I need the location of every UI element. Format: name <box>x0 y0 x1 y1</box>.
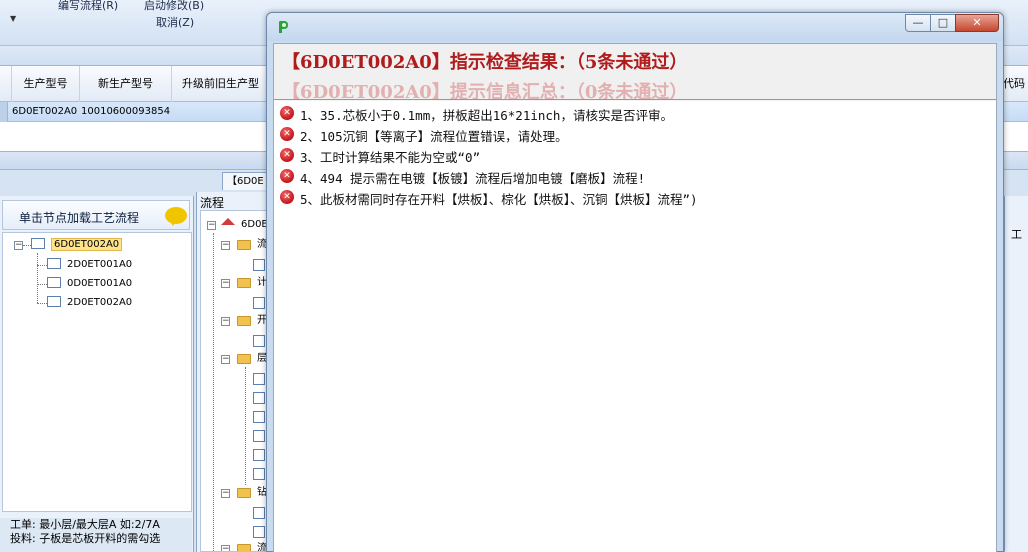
error-icon: ✕ <box>280 190 294 204</box>
folder-icon <box>237 488 251 498</box>
node-icon <box>47 258 61 269</box>
node-icon <box>47 277 61 288</box>
row-header[interactable] <box>0 102 8 122</box>
collapse-icon[interactable]: − <box>221 279 230 288</box>
node-icon <box>31 238 45 249</box>
result-heading-panel: 【6D0ET002A0】指示检查结果：（5条未通过） 【6D0ET002A0】提… <box>274 44 996 100</box>
left-panel: 单击节点加载工艺流程 − 6D0ET002A0 2D0ET001A0 0D0ET… <box>0 196 194 552</box>
column-new-model[interactable]: 新生产型号 <box>80 66 172 102</box>
collapse-icon[interactable]: − <box>221 545 230 551</box>
process-tree: − 6D0E − 流 − 计 − 开 − 层 − 钻 − 流 <box>200 210 270 552</box>
document-icon <box>253 259 265 271</box>
document-icon <box>253 468 265 480</box>
right-panel: 工 <box>1004 196 1028 552</box>
collapse-icon[interactable]: − <box>221 241 230 250</box>
error-icon: ✕ <box>280 127 294 141</box>
message-text: 2、105沉铜【等离子】流程位置错误，请处理。 <box>300 129 568 144</box>
error-icon: ✕ <box>280 169 294 183</box>
tree-node[interactable]: 0D0ET001A0 <box>47 276 132 292</box>
note-workorder: 工单: 最小层/最大层A 如:2/7A <box>10 518 160 531</box>
message-text: 1、35.芯板小于0.1mm，拼板超出16*21inch，请核实是否评审。 <box>300 108 673 123</box>
speech-bubble-icon <box>165 207 187 226</box>
edit-flow-button[interactable]: 编写流程(R) <box>58 0 118 13</box>
message-text: 4、494 提示需在电镀【板镀】流程后增加电镀【磨板】流程! <box>300 171 646 186</box>
cancel-button[interactable]: 取消(Z) <box>156 14 194 30</box>
cell-new-model[interactable]: 10010600093854 <box>78 102 170 122</box>
note-feeding: 投料: 子板是芯板开料的需勾选 <box>10 532 161 545</box>
app-logo-icon <box>279 21 288 33</box>
model-tree: − 6D0ET002A0 2D0ET001A0 0D0ET001A0 2D0ET… <box>2 232 192 512</box>
column-old-model[interactable]: 升级前旧生产型 <box>172 66 268 102</box>
message-text: 3、工时计算结果不能为空或“0” <box>300 150 481 165</box>
error-icon: ✕ <box>280 148 294 162</box>
column-code[interactable]: 代码 <box>1000 66 1028 102</box>
cell-model[interactable]: 6D0ET002A0 <box>9 102 77 122</box>
folder-icon <box>237 278 251 288</box>
dropdown-arrow-icon[interactable]: ▼ <box>10 14 16 23</box>
check-results-dialog: — □ ✕ 【6D0ET002A0】指示检查结果：（5条未通过） 【6D0ET0… <box>266 12 1004 552</box>
document-icon <box>253 507 265 519</box>
row-header-corner <box>0 66 12 102</box>
collapse-icon[interactable]: − <box>221 355 230 364</box>
document-icon <box>253 526 265 538</box>
process-panel: 流程 − 6D0E − 流 − 计 − 开 − 层 − 钻 − 流 <box>196 192 272 552</box>
document-icon <box>253 297 265 309</box>
tree-node[interactable]: 6D0ET002A0 <box>31 237 123 253</box>
tree-node[interactable]: 2D0ET001A0 <box>47 257 132 273</box>
process-root[interactable]: 6D0E <box>241 217 268 233</box>
folder-icon <box>237 240 251 250</box>
result-heading: 【6D0ET002A0】指示检查结果：（5条未通过） <box>282 52 688 73</box>
folder-icon <box>237 354 251 364</box>
error-icon: ✕ <box>280 106 294 120</box>
document-icon <box>253 373 265 385</box>
document-icon <box>253 335 265 347</box>
dialog-body: 【6D0ET002A0】指示检查结果：（5条未通过） 【6D0ET002A0】提… <box>273 43 997 552</box>
document-icon <box>253 411 265 423</box>
restore-button[interactable]: □ <box>930 14 956 32</box>
message-text: 5、此板材需同时存在开料【烘板】、棕化【烘板】、沉铜【烘板】流程”) <box>300 192 698 207</box>
collapse-icon[interactable]: − <box>14 241 23 250</box>
minimize-button[interactable]: — <box>905 14 931 32</box>
document-icon <box>253 430 265 442</box>
folder-icon <box>237 544 251 551</box>
document-icon <box>253 449 265 461</box>
load-flow-label: 单击节点加载工艺流程 <box>19 211 140 225</box>
collapse-icon[interactable]: − <box>207 221 216 230</box>
tab-process[interactable]: 【6D0E <box>222 172 272 190</box>
collapse-icon[interactable]: − <box>221 317 230 326</box>
start-modify-button[interactable]: 启动修改(B) <box>144 0 204 13</box>
tree-node[interactable]: 2D0ET002A0 <box>47 295 132 311</box>
node-icon <box>47 296 61 307</box>
column-model[interactable]: 生产型号 <box>12 66 80 102</box>
home-icon <box>221 218 235 225</box>
footer-notes: 工单: 最小层/最大层A 如:2/7A 投料: 子板是芯板开料的需勾选 <box>0 518 192 552</box>
right-panel-label: 工 <box>1011 228 1022 241</box>
dialog-titlebar[interactable]: — □ ✕ <box>267 13 1003 41</box>
result-heading-ghost: 【6D0ET002A0】提示信息汇总：（0条未通过） <box>282 82 688 100</box>
folder-icon <box>237 316 251 326</box>
load-flow-header[interactable]: 单击节点加载工艺流程 <box>2 200 190 230</box>
process-panel-title: 流程 <box>200 196 225 210</box>
collapse-icon[interactable]: − <box>221 489 230 498</box>
close-button[interactable]: ✕ <box>955 14 999 32</box>
document-icon <box>253 392 265 404</box>
message-list: ✕ 1、35.芯板小于0.1mm，拼板超出16*21inch，请核实是否评审。 … <box>274 101 996 552</box>
